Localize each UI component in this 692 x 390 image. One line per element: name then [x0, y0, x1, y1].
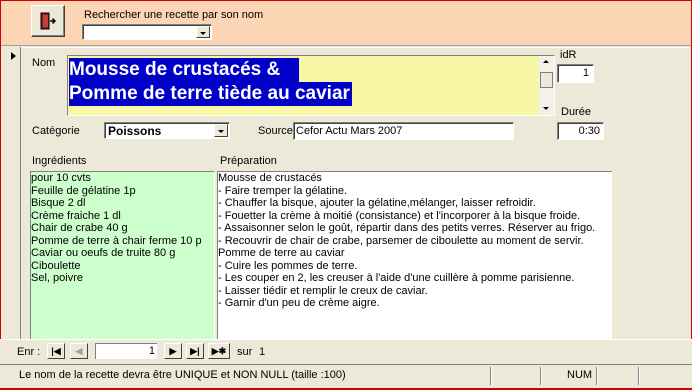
name-scrollbar[interactable] [539, 56, 554, 115]
duree-field[interactable]: 0:30 [557, 122, 604, 140]
new-record-button[interactable]: ▶✱ [208, 343, 230, 359]
status-divider [638, 367, 640, 385]
preparation-line: - Garnir d'un peu de crème aigre. [218, 297, 380, 309]
preparation-label: Préparation [220, 155, 277, 167]
last-record-icon: ▶| [190, 346, 200, 356]
chevron-down-icon[interactable] [196, 26, 210, 38]
status-bar: Le nom de la recette devra être UNIQUE e… [0, 364, 692, 389]
num-lock-indicator: NUM [567, 369, 593, 381]
scroll-down-icon[interactable] [539, 103, 554, 115]
idr-value: 1 [582, 67, 589, 79]
chevron-down-icon[interactable] [214, 124, 228, 137]
scroll-up-icon[interactable] [539, 56, 554, 68]
status-divider [490, 367, 492, 385]
status-divider [540, 367, 542, 385]
ingredient-line: Sel, poivre [31, 272, 83, 284]
ingredient-line: Pomme de terre à chair ferme 10 p [31, 234, 202, 247]
idr-label: idR [560, 49, 577, 61]
scroll-thumb[interactable] [540, 72, 553, 88]
first-record-button[interactable]: |◀ [47, 343, 65, 359]
status-message: Le nom de la recette devra être UNIQUE e… [19, 369, 346, 381]
preparation-line: - Cuire les pommes de terre. [218, 259, 358, 272]
preparation-field[interactable]: Mousse de crustacés - Faire tremper la g… [217, 171, 612, 339]
ingredient-line: Crème fraiche 1 dl [31, 209, 121, 222]
record-selector[interactable] [8, 47, 21, 339]
search-label: Rechercher une recette par son nom [84, 9, 264, 21]
preparation-line: Pomme de terre au caviar [218, 247, 345, 259]
search-recipe-combo[interactable] [82, 24, 212, 40]
exit-door-icon [40, 12, 56, 30]
preparation-line: - Faire tremper la gélatine. [218, 184, 347, 197]
preparation-line: - Laisser tiédir et remplir le creux de … [218, 284, 428, 297]
categorie-combo[interactable]: Poissons [104, 122, 230, 139]
preparation-line: - Les couper en 2, les creuser à l'aide … [218, 272, 575, 284]
ingredient-line: Caviar ou oeufs de truite 80 g [31, 247, 176, 259]
duree-label: Durée [561, 106, 591, 118]
next-record-button[interactable]: ▶ [164, 343, 182, 359]
ingredient-line: Chair de crabe 40 g [31, 222, 128, 234]
new-record-icon: ▶✱ [211, 346, 227, 356]
source-field[interactable]: Cefor Actu Mars 2007 [293, 122, 514, 140]
recipe-name-field[interactable]: Mousse de crustacés & Pomme de terre tiè… [67, 55, 555, 116]
previous-record-icon: ◀ [75, 346, 83, 356]
current-record-icon [11, 52, 16, 60]
ingredients-label: Ingrédients [32, 155, 87, 167]
ingredient-line: Bisque 2 dl [31, 197, 86, 209]
duree-value: 0:30 [578, 125, 600, 137]
last-record-button[interactable]: ▶| [186, 343, 204, 359]
ingredients-field[interactable]: pour 10 cvts Feuille de gélatine 1p Bisq… [30, 171, 215, 339]
recipe-name-line1: Mousse de crustacés & [69, 58, 299, 82]
source-label: Source [258, 125, 293, 137]
form-header: Rechercher une recette par son nom [1, 1, 691, 46]
ingredient-line: pour 10 cvts [31, 172, 91, 184]
ingredient-line: Ciboulette [31, 259, 81, 272]
next-record-icon: ▶ [169, 346, 177, 356]
first-record-icon: |◀ [51, 346, 61, 356]
exit-button[interactable] [31, 5, 65, 37]
categorie-label: Catégorie [32, 125, 80, 137]
previous-record-button[interactable]: ◀ [70, 343, 88, 359]
current-record-field[interactable]: 1 [95, 343, 157, 359]
source-value: Cefor Actu Mars 2007 [296, 125, 403, 137]
nom-label: Nom [32, 57, 56, 69]
of-label: sur [237, 346, 253, 358]
recipe-name-text: Mousse de crustacés & Pomme de terre tiè… [69, 58, 352, 106]
recipe-name-line2: Pomme de terre tiède au caviar [69, 82, 352, 106]
categorie-value: Poissons [108, 124, 162, 138]
preparation-line: - Chauffer la bisque, ajouter la gélatin… [218, 197, 536, 209]
status-divider [596, 367, 598, 385]
preparation-line: - Recouvrir de chair de crabe, parsemer … [218, 234, 584, 247]
record-label: Enr : [17, 346, 41, 358]
preparation-line: Mousse de crustacés [218, 172, 322, 184]
idr-field[interactable]: 1 [557, 64, 594, 83]
record-total: 1 [259, 346, 266, 358]
preparation-line: - Assaisonner selon le goût, répartir da… [218, 222, 596, 234]
ingredient-line: Feuille de gélatine 1p [31, 184, 136, 197]
preparation-line: - Fouetter la crème à moitié (consistanc… [218, 209, 581, 222]
